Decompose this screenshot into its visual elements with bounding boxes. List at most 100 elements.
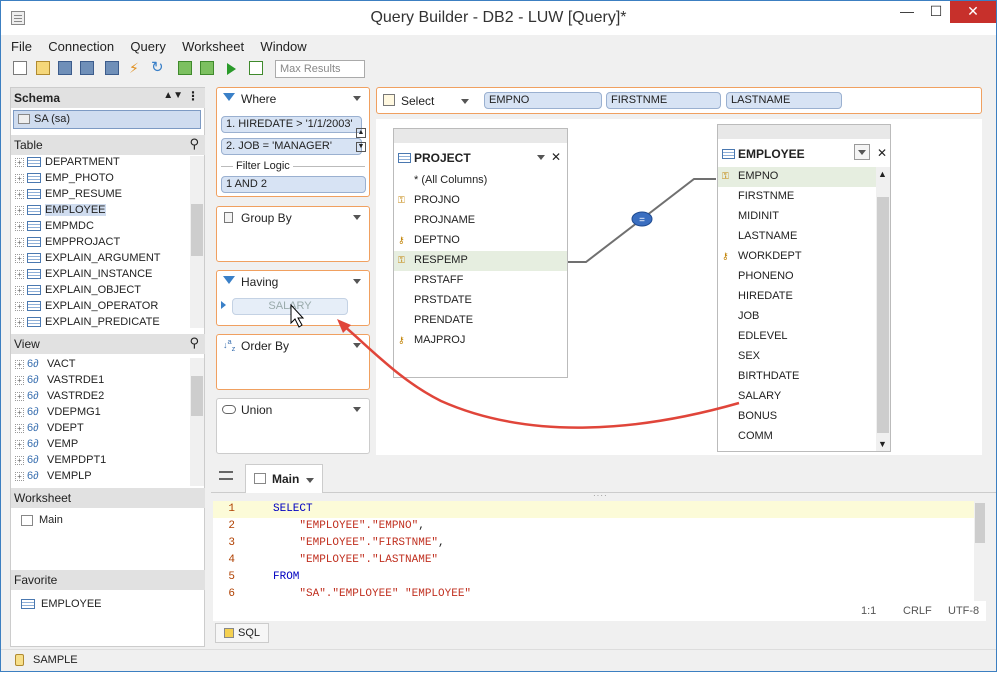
column-row[interactable]: SALARY bbox=[718, 387, 876, 407]
table-item[interactable]: + EMPMDC bbox=[11, 220, 191, 236]
column-row[interactable]: ⚿ EMPNO bbox=[718, 167, 876, 187]
where-condition-2[interactable]: 2. JOB = 'MANAGER' bbox=[221, 138, 362, 155]
close-button[interactable]: ✕ bbox=[950, 1, 996, 23]
table-item[interactable]: + EXPLAIN_OPERATOR bbox=[11, 300, 191, 316]
expand-icon[interactable]: + bbox=[15, 455, 24, 465]
menu-query[interactable]: Query bbox=[130, 37, 165, 54]
employee-scroll-thumb[interactable] bbox=[877, 197, 889, 433]
expand-icon[interactable]: + bbox=[15, 317, 24, 327]
expand-icon[interactable]: + bbox=[15, 439, 24, 449]
expand-icon[interactable]: + bbox=[15, 189, 24, 199]
table-item[interactable]: + EXPLAIN_ARGUMENT bbox=[11, 252, 191, 268]
employee-table-strip[interactable] bbox=[718, 125, 890, 139]
open-icon[interactable] bbox=[36, 61, 50, 75]
save-as-icon[interactable] bbox=[80, 61, 94, 75]
view-item[interactable]: +6∂ VEMPLP bbox=[11, 470, 191, 486]
view-item[interactable]: +6∂ VACT bbox=[11, 358, 191, 374]
expand-icon[interactable]: + bbox=[15, 471, 24, 481]
table-menu-button[interactable] bbox=[854, 144, 870, 160]
column-row[interactable]: ⚷ DEPTNO bbox=[394, 231, 567, 251]
column-row[interactable]: ⚷ WORKDEPT bbox=[718, 247, 876, 267]
column-row[interactable]: JOB bbox=[718, 307, 876, 327]
expand-icon[interactable]: + bbox=[15, 253, 24, 263]
connect-icon[interactable]: ⚡ bbox=[129, 61, 143, 75]
column-row[interactable]: MIDINIT bbox=[718, 207, 876, 227]
maximize-button[interactable]: ☐ bbox=[921, 1, 951, 23]
expand-icon[interactable]: + bbox=[15, 407, 24, 417]
column-row[interactable]: SEX bbox=[718, 347, 876, 367]
select-column-empno[interactable]: EMPNO bbox=[484, 92, 602, 109]
project-table[interactable]: PROJECT ✕ * (All Columns) ⚿ PROJNO PROJNA… bbox=[393, 128, 568, 378]
group-by-header[interactable]: Group By bbox=[217, 207, 369, 229]
column-row[interactable]: ⚿ PROJNO bbox=[394, 191, 567, 211]
table-item[interactable]: + EMPLOYEE bbox=[11, 204, 191, 220]
menu-file[interactable]: File bbox=[11, 37, 32, 54]
view-item[interactable]: +6∂ VEMP bbox=[11, 438, 191, 454]
chevron-down-icon[interactable] bbox=[306, 478, 314, 483]
favorite-item[interactable]: EMPLOYEE bbox=[21, 598, 102, 610]
expand-icon[interactable]: + bbox=[15, 157, 24, 167]
scroll-up-icon[interactable]: ▲ bbox=[878, 169, 887, 179]
table-scroll-thumb[interactable] bbox=[191, 204, 203, 256]
column-row[interactable]: LASTNAME bbox=[718, 227, 876, 247]
column-row[interactable]: EDLEVEL bbox=[718, 327, 876, 347]
filter-logic-input[interactable]: 1 AND 2 bbox=[221, 176, 366, 193]
employee-table[interactable]: EMPLOYEE ✕ ⚿ EMPNO FIRSTNME MIDINIT LASTN… bbox=[717, 124, 891, 452]
table-item[interactable]: + EMPPROJACT bbox=[11, 236, 191, 252]
union-header[interactable]: Union bbox=[217, 399, 369, 421]
order-by-header[interactable]: ↓az Order By bbox=[217, 335, 369, 357]
scroll-down-icon[interactable]: ▼ bbox=[878, 439, 887, 449]
panel-menu-icon[interactable]: ⋮ bbox=[187, 89, 199, 103]
max-results-input[interactable]: Max Results bbox=[275, 60, 365, 78]
sort-icon[interactable]: ▲▼ bbox=[163, 90, 183, 101]
editor-scrollbar[interactable] bbox=[974, 501, 986, 601]
project-table-strip[interactable] bbox=[394, 129, 567, 143]
table-item[interactable]: + EXPLAIN_OBJECT bbox=[11, 284, 191, 300]
expand-icon[interactable]: + bbox=[15, 285, 24, 295]
expand-icon[interactable]: + bbox=[15, 205, 24, 215]
tab-sql[interactable]: SQL bbox=[215, 623, 269, 643]
table-item[interactable]: + EXPLAIN_PREDICATE bbox=[11, 316, 191, 332]
select-column-firstnme[interactable]: FIRSTNME bbox=[606, 92, 721, 109]
column-row[interactable]: ⚷ MAJPROJ bbox=[394, 331, 567, 351]
save-all-icon[interactable] bbox=[105, 61, 119, 75]
table-item[interactable]: + EXPLAIN_INSTANCE bbox=[11, 268, 191, 284]
column-row[interactable]: HIREDATE bbox=[718, 287, 876, 307]
code-line[interactable]: 1 SELECT bbox=[213, 503, 973, 520]
save-icon[interactable] bbox=[58, 61, 72, 75]
refresh-icon[interactable]: ↻ bbox=[151, 60, 165, 75]
select-column-lastname[interactable]: LASTNAME bbox=[726, 92, 842, 109]
column-row[interactable]: BONUS bbox=[718, 407, 876, 427]
table-item[interactable]: + DEPARTMENT bbox=[11, 156, 191, 172]
diagram-canvas[interactable]: = PROJECT ✕ * (All Columns) ⚿ PROJNO PROJ… bbox=[376, 119, 982, 455]
new-icon[interactable] bbox=[13, 61, 27, 75]
code-line[interactable]: 5 FROM bbox=[213, 571, 973, 588]
expand-icon[interactable]: + bbox=[15, 237, 24, 247]
search-icon[interactable]: ⚲ bbox=[189, 335, 199, 351]
where-condition-1[interactable]: 1. HIREDATE > '1/1/2003' bbox=[221, 116, 362, 133]
execute-explain-icon[interactable] bbox=[249, 61, 263, 75]
expand-icon[interactable]: + bbox=[15, 301, 24, 311]
table-item[interactable]: + EMP_PHOTO bbox=[11, 172, 191, 188]
employee-scrollbar[interactable]: ▲ ▼ bbox=[876, 167, 890, 451]
chevron-down-icon[interactable] bbox=[353, 96, 361, 101]
code-line[interactable]: 3 "EMPLOYEE"."FIRSTNME", bbox=[213, 537, 973, 554]
view-scroll-thumb[interactable] bbox=[191, 376, 203, 416]
expand-icon[interactable]: + bbox=[15, 391, 24, 401]
menu-connection[interactable]: Connection bbox=[48, 37, 114, 54]
project-table-header[interactable]: PROJECT ✕ bbox=[394, 143, 567, 171]
close-icon[interactable]: ✕ bbox=[551, 150, 561, 164]
where-header[interactable]: Where bbox=[217, 88, 369, 110]
expand-icon[interactable]: + bbox=[15, 221, 24, 231]
chevron-down-icon[interactable] bbox=[353, 279, 361, 284]
column-row[interactable]: PHONENO bbox=[718, 267, 876, 287]
chevron-down-icon[interactable] bbox=[537, 155, 545, 160]
chevron-down-icon[interactable] bbox=[353, 343, 361, 348]
menu-window[interactable]: Window bbox=[260, 37, 306, 54]
code-line[interactable]: 6 "SA"."EMPLOYEE" "EMPLOYEE" bbox=[213, 588, 973, 601]
having-drag-item[interactable]: SALARY bbox=[232, 298, 348, 315]
add-join-icon[interactable] bbox=[200, 61, 214, 75]
table-scrollbar[interactable] bbox=[190, 156, 204, 328]
column-row[interactable]: PRENDATE bbox=[394, 311, 567, 331]
code-line[interactable]: 4 "EMPLOYEE"."LASTNAME" bbox=[213, 554, 973, 571]
